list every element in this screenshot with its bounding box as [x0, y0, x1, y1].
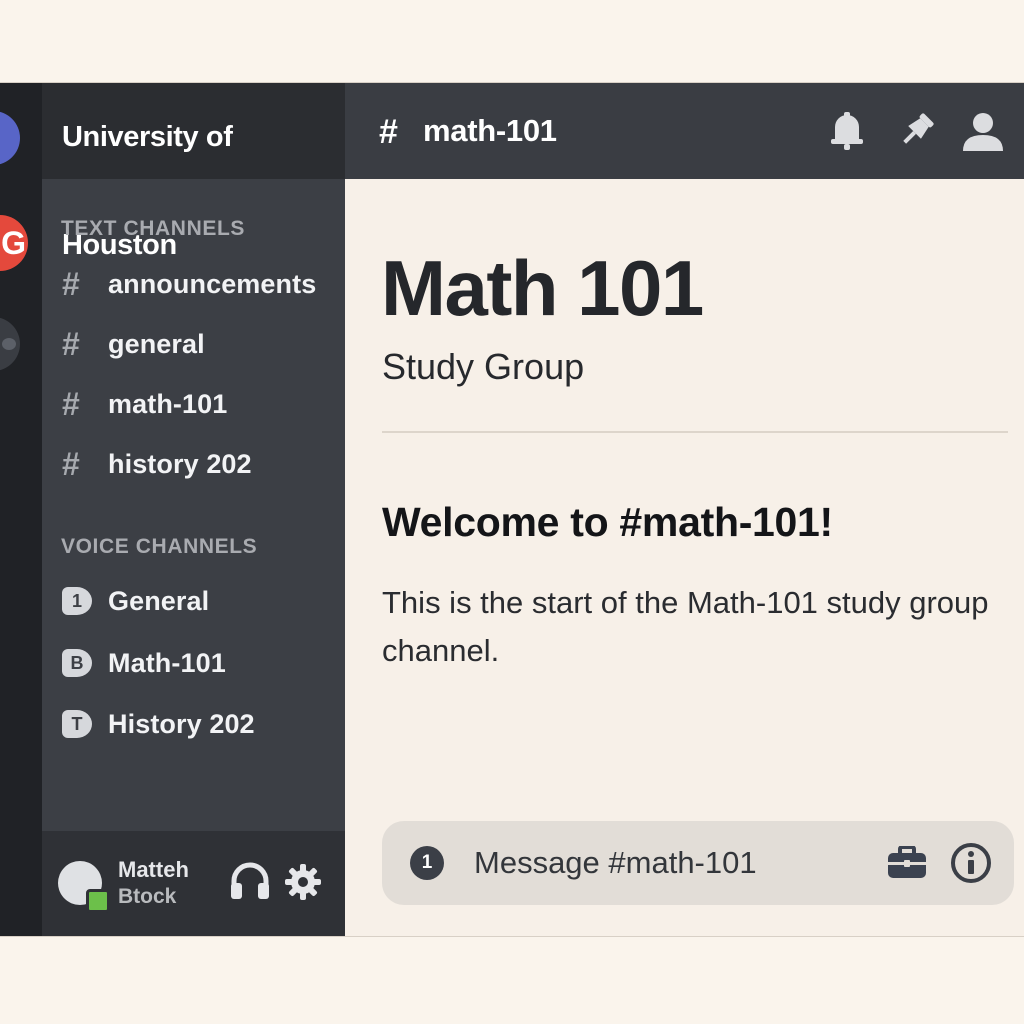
gear-icon[interactable]: [284, 863, 322, 901]
channel-general[interactable]: # general: [62, 324, 205, 364]
channel-label: history 202: [108, 448, 252, 479]
channel-label: math-101: [108, 388, 228, 419]
message-input[interactable]: [474, 841, 854, 885]
info-icon[interactable]: [950, 842, 992, 884]
server-rail: G: [0, 83, 42, 936]
voice-channel-math-101[interactable]: B Math-101: [62, 643, 226, 683]
server-name-header[interactable]: University of Houston: [42, 83, 345, 261]
user-panel: Matteh Btock: [42, 831, 345, 936]
server-icon-1[interactable]: [0, 111, 20, 165]
pin-icon[interactable]: [895, 111, 937, 151]
voice-channels-category[interactable]: VOICE CHANNELS: [61, 535, 257, 559]
server-icon-3[interactable]: [0, 317, 20, 371]
username: Matteh: [118, 857, 189, 882]
speaker-icon: 1: [62, 587, 108, 615]
channel-label: Math-101: [108, 647, 226, 678]
server-icon-2[interactable]: G: [0, 215, 28, 271]
text-channels-category[interactable]: TEXT CHANNELS: [61, 217, 245, 241]
channel-label: General: [108, 585, 210, 616]
page-subtitle: Study Group: [382, 346, 585, 387]
channel-description: This is the start of the Math-101 study …: [382, 585, 989, 668]
channel-history-202[interactable]: # history 202: [62, 444, 252, 484]
hash-icon: #: [62, 385, 80, 422]
discord-window: G University of Houston TEXT CHANNELS # …: [0, 83, 1024, 936]
member-list-icon[interactable]: [961, 111, 1005, 153]
divider: [382, 431, 1008, 433]
welcome-heading: Welcome to #math-101!: [382, 499, 833, 545]
channel-label: History 202: [108, 708, 255, 739]
voice-channel-general[interactable]: 1 General: [62, 581, 209, 621]
channel-label: announcements: [108, 268, 317, 299]
status-badge: [86, 889, 110, 913]
hash-icon: #: [379, 113, 398, 151]
briefcase-icon[interactable]: [887, 846, 927, 880]
channel-sidebar: University of Houston TEXT CHANNELS # an…: [42, 83, 345, 936]
attach-button[interactable]: 1: [410, 846, 444, 880]
page-title: Math 101: [381, 244, 704, 332]
bell-icon[interactable]: [829, 111, 865, 151]
channel-label: general: [108, 328, 205, 359]
hash-icon: #: [62, 325, 80, 362]
user-tag: Btock: [118, 885, 177, 908]
message-composer: 1: [382, 821, 1014, 905]
speaker-icon: B: [62, 649, 108, 677]
main-panel: # math-101 Math 101 Study Group Welcome …: [345, 83, 1024, 936]
channel-math-101[interactable]: # math-101: [62, 384, 227, 424]
channel-title: math-101: [423, 113, 557, 148]
channel-announcements[interactable]: # announcements: [62, 264, 316, 304]
headphones-icon[interactable]: [228, 861, 272, 901]
channel-header: # math-101: [345, 83, 1024, 179]
voice-channel-history-202[interactable]: T History 202: [62, 704, 255, 744]
speaker-icon: T: [62, 710, 108, 738]
hash-icon: #: [62, 265, 80, 302]
hash-icon: #: [62, 445, 80, 482]
